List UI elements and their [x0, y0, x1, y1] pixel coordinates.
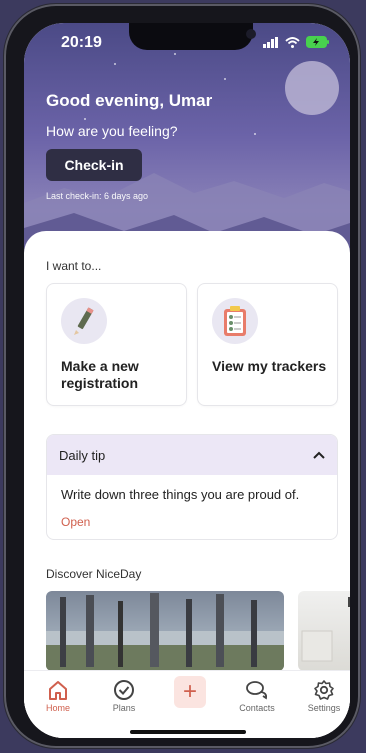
star — [224, 78, 226, 80]
nav-home-label: Home — [45, 703, 70, 713]
signal-icon — [263, 36, 278, 48]
add-button[interactable]: + — [174, 676, 206, 708]
feeling-question: How are you feeling? — [46, 123, 178, 139]
status-time: 20:19 — [61, 34, 102, 51]
actions-title: I want to... — [46, 259, 102, 273]
home-icon — [49, 681, 67, 700]
nav-plans-label: Plans — [112, 703, 136, 713]
phone-screen: 20:19 Good evening, Umar How are you fee… — [24, 23, 350, 738]
daily-tip-open-link[interactable]: Open — [61, 515, 90, 529]
moon-avatar[interactable] — [285, 61, 339, 115]
wifi-icon — [285, 36, 300, 48]
chat-bubbles-icon — [246, 681, 268, 700]
new-registration-label: Make a new registration — [61, 358, 139, 391]
nav-contacts[interactable]: Contacts — [227, 677, 287, 713]
nav-settings-label: Settings — [307, 703, 341, 713]
notch — [129, 23, 256, 50]
discover-title: Discover NiceDay — [46, 567, 142, 581]
battery-charging-icon — [306, 36, 329, 48]
checkin-button[interactable]: Check-in — [46, 149, 142, 181]
plus-icon: + — [182, 678, 197, 705]
daily-tip-title: Daily tip — [59, 447, 106, 463]
chevron-up-icon[interactable] — [313, 451, 325, 459]
star — [254, 133, 256, 135]
star — [114, 63, 116, 65]
discover-card-image[interactable] — [46, 591, 284, 671]
phone-frame: 20:19 Good evening, Umar How are you fee… — [4, 4, 360, 748]
daily-tip-card: Daily tip Write down three things you ar… — [46, 434, 338, 540]
pencil-icon — [61, 298, 107, 344]
star — [174, 53, 176, 55]
camera — [246, 29, 256, 39]
gear-icon — [314, 680, 334, 700]
clipboard-checklist-icon — [212, 298, 258, 344]
star — [84, 118, 86, 120]
view-trackers-card[interactable]: View my trackers — [197, 283, 338, 406]
nav-settings[interactable]: Settings — [294, 677, 350, 713]
daily-tip-text: Write down three things you are proud of… — [61, 487, 300, 502]
nav-contacts-label: Contacts — [239, 703, 275, 713]
main-sheet: I want to... Make a new registration Vie… — [24, 231, 350, 738]
nav-home[interactable]: Home — [28, 677, 88, 713]
bottom-nav: Home Plans + Contacts Settings — [24, 670, 350, 738]
greeting: Good evening, Umar — [46, 91, 213, 110]
view-trackers-label: View my trackers — [212, 358, 327, 374]
status-icons — [263, 36, 330, 48]
check-circle-icon — [114, 680, 134, 700]
new-registration-card[interactable]: Make a new registration — [46, 283, 187, 406]
home-indicator[interactable] — [130, 730, 246, 734]
daily-tip-header[interactable]: Daily tip — [47, 435, 337, 475]
discover-card-image[interactable] — [298, 591, 350, 671]
last-checkin-text: Last check-in: 6 days ago — [46, 191, 149, 201]
nav-plans[interactable]: Plans — [94, 677, 154, 713]
